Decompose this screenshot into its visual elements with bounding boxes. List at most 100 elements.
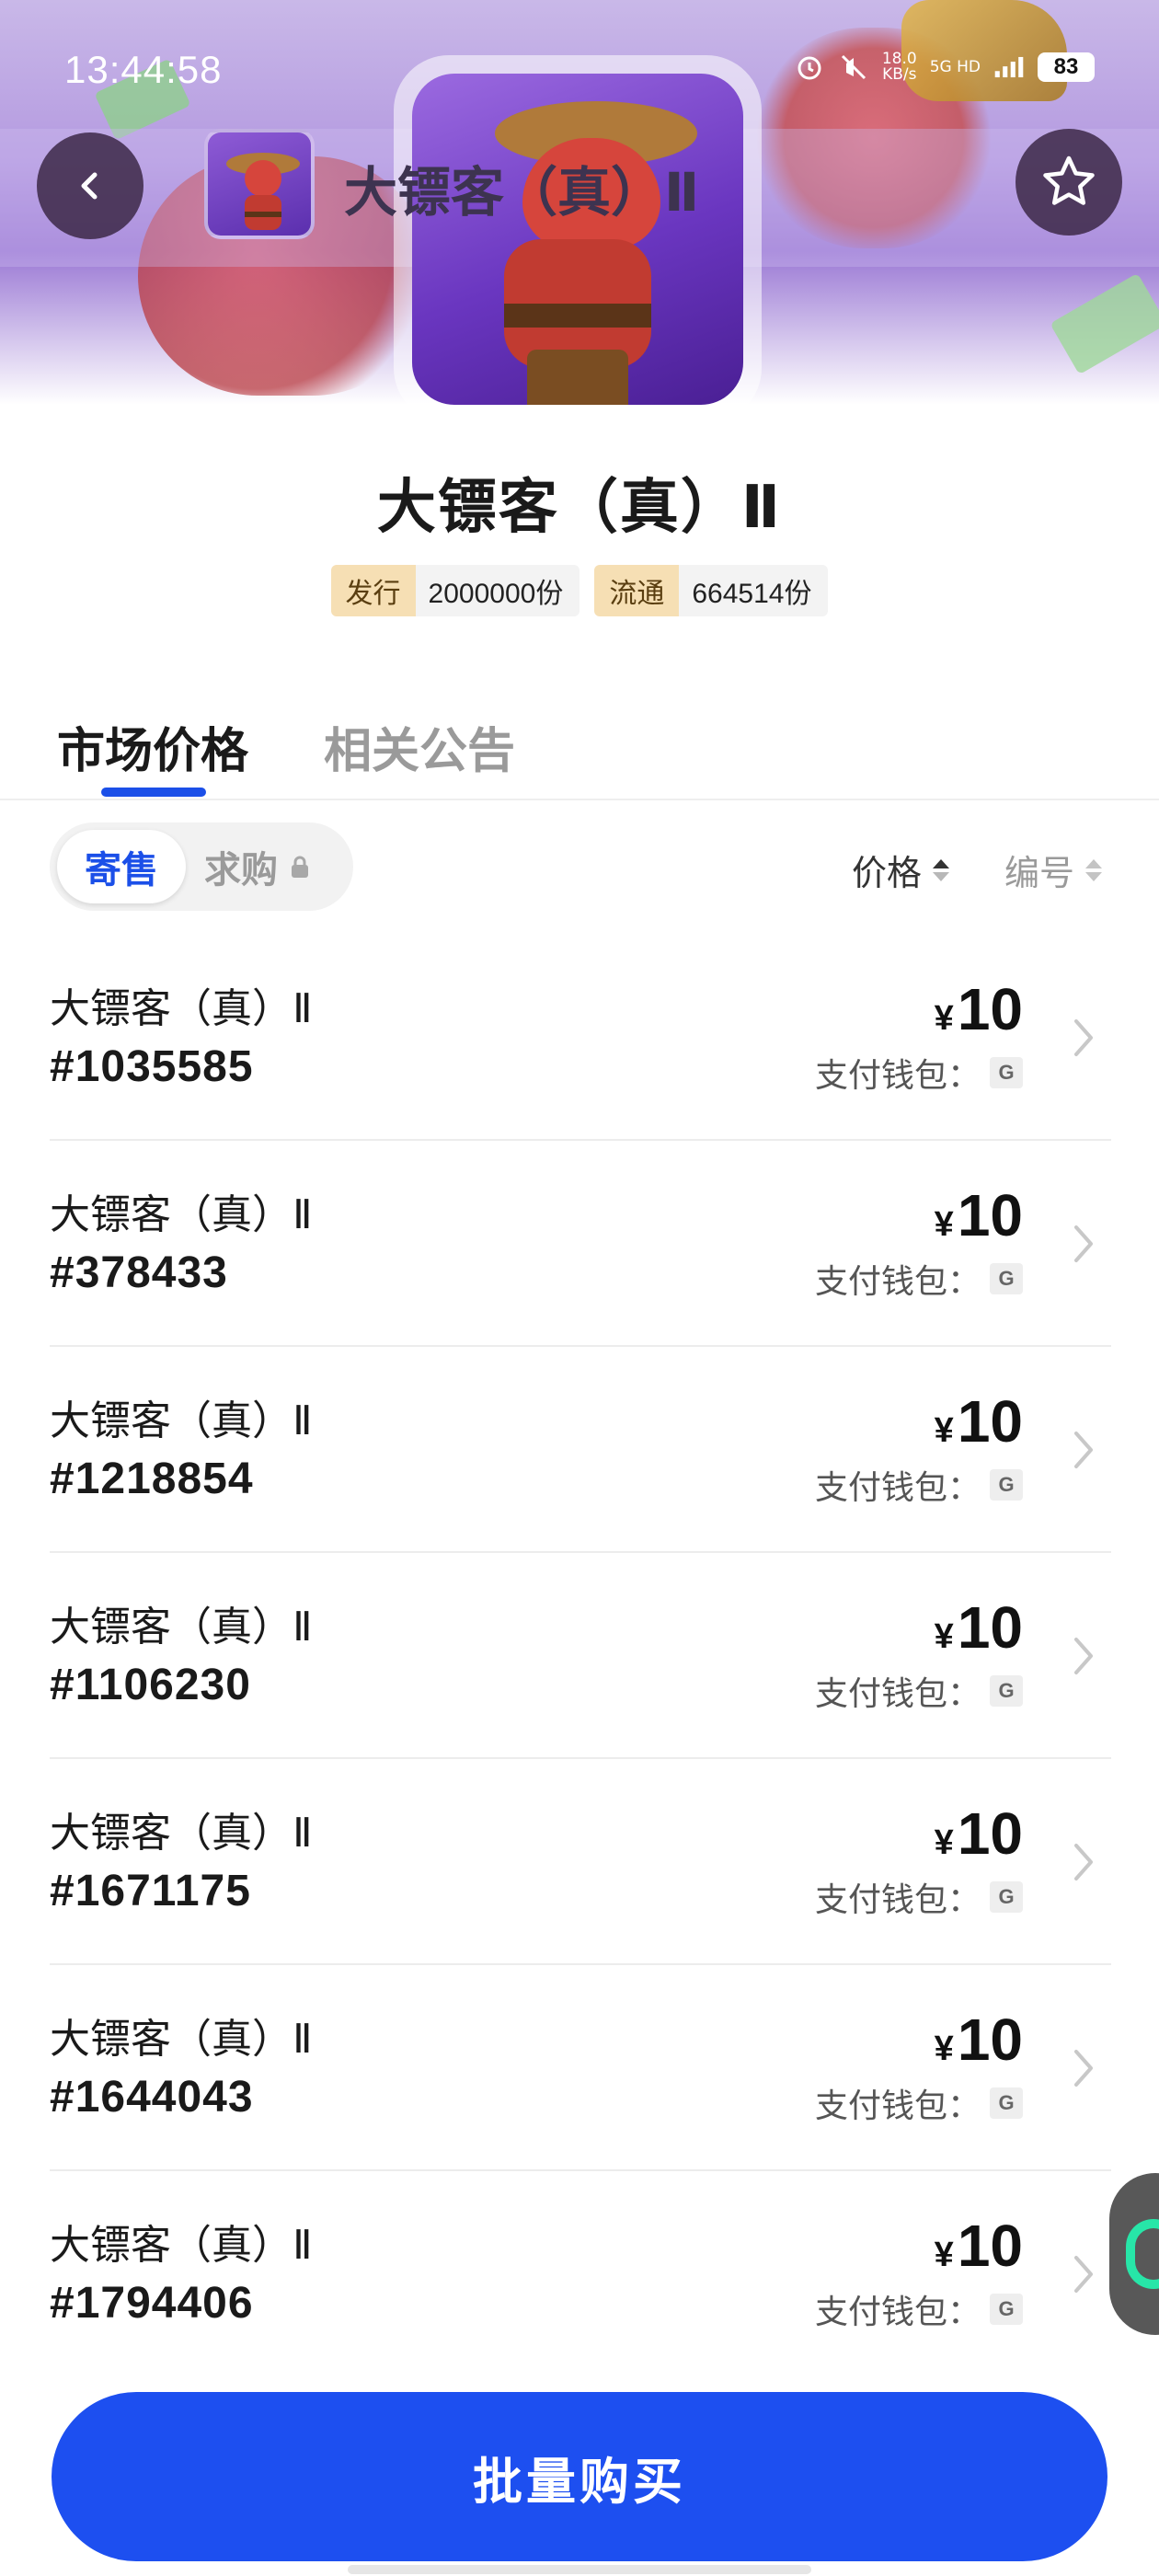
character-icon	[226, 153, 300, 230]
home-indicator	[348, 2565, 811, 2574]
assistant-icon	[1126, 2219, 1159, 2289]
sort-by-price[interactable]: 价格	[852, 845, 950, 895]
star-outline-icon	[1043, 155, 1095, 205]
floating-assistant-button[interactable]	[1109, 2173, 1159, 2335]
price-amount: 10	[957, 2213, 1023, 2279]
payment-wallet-label: 支付钱包：	[814, 1057, 981, 1095]
price-amount: 10	[957, 1182, 1023, 1248]
tab-active-indicator	[101, 788, 206, 797]
list-item[interactable]: 大镖客（真）Ⅱ #1644043 ¥10 支付钱包： G	[50, 1965, 1111, 2171]
chevron-right-icon	[1074, 1432, 1093, 1468]
sort-price-label: 价格	[852, 853, 923, 893]
circulating-label: 流通	[594, 565, 680, 616]
item-price: ¥10	[935, 1181, 1023, 1249]
collection-cover-image	[412, 74, 743, 405]
collection-thumbnail	[204, 129, 315, 239]
payment-wallet: 支付钱包： G	[815, 2285, 1023, 2333]
payment-wallet-label: 支付钱包：	[814, 1263, 981, 1301]
hero-illustration-banknote	[1050, 272, 1159, 375]
wallet-badge: G	[990, 1881, 1023, 1913]
item-name: 大镖客（真）Ⅱ	[50, 1191, 313, 1238]
list-item[interactable]: 大镖客（真）Ⅱ #1218854 ¥10 支付钱包： G	[50, 1347, 1111, 1553]
tab-market-price[interactable]: 市场价格	[57, 712, 248, 781]
currency-symbol: ¥	[934, 1411, 954, 1450]
wallet-badge: G	[990, 2294, 1023, 2325]
chevron-right-icon	[1074, 2256, 1093, 2293]
item-number: #378433	[50, 1248, 228, 1297]
sort-arrows-icon	[933, 858, 950, 881]
character-legs	[527, 350, 628, 405]
collection-header: 大镖客（真）Ⅱ 发行 2000000份 流通 664514份	[0, 460, 1159, 616]
network-speed-unit: KB/s	[882, 65, 917, 84]
bulk-buy-button[interactable]: 批量购买	[52, 2392, 1107, 2561]
collection-cover	[394, 55, 762, 423]
item-number: #1644043	[50, 2073, 254, 2122]
payment-wallet: 支付钱包： G	[815, 1667, 1023, 1715]
payment-wallet-label: 支付钱包：	[814, 1881, 981, 1919]
currency-symbol: ¥	[934, 2030, 954, 2068]
currency-symbol: ¥	[934, 2236, 954, 2274]
payment-wallet: 支付钱包： G	[815, 1049, 1023, 1097]
chevron-right-icon	[1074, 1638, 1093, 1674]
price-amount: 10	[957, 976, 1023, 1042]
issued-label: 发行	[330, 565, 416, 616]
item-price: ¥10	[935, 1387, 1023, 1455]
list-item[interactable]: 大镖客（真）Ⅱ #1106230 ¥10 支付钱包： G	[50, 1553, 1111, 1759]
currency-symbol: ¥	[934, 1617, 954, 1656]
payment-wallet: 支付钱包： G	[815, 1461, 1023, 1509]
item-price: ¥10	[935, 1800, 1023, 1868]
back-button[interactable]	[37, 132, 143, 239]
battery-level: 83	[1038, 52, 1095, 82]
item-number: #1035585	[50, 1042, 254, 1091]
price-amount: 10	[957, 1800, 1023, 1867]
status-indicators: 18.0 KB/s 5G HD 83	[794, 52, 1095, 83]
sort-number-label: 编号	[1004, 853, 1075, 893]
item-price: ¥10	[935, 975, 1023, 1043]
payment-wallet: 支付钱包： G	[815, 2079, 1023, 2127]
item-name: 大镖客（真）Ⅱ	[50, 1604, 313, 1650]
price-amount: 10	[957, 1388, 1023, 1455]
item-number: #1794406	[50, 2279, 254, 2328]
chevron-right-icon	[1074, 1225, 1093, 1262]
item-number: #1671175	[50, 1867, 251, 1915]
sort-by-number[interactable]: 编号	[1004, 845, 1103, 895]
item-name: 大镖客（真）Ⅱ	[50, 2222, 313, 2269]
price-amount: 10	[957, 1594, 1023, 1661]
item-number: #1106230	[50, 1661, 251, 1709]
currency-symbol: ¥	[934, 1205, 954, 1244]
lock-icon	[287, 854, 313, 880]
tab-announcements[interactable]: 相关公告	[324, 712, 515, 781]
tab-bar: 市场价格 相关公告	[0, 699, 1159, 800]
wallet-badge: G	[990, 1057, 1023, 1088]
mute-icon	[838, 52, 869, 83]
item-name: 大镖客（真）Ⅱ	[50, 1810, 313, 1857]
list-item[interactable]: 大镖客（真）Ⅱ #1671175 ¥10 支付钱包： G	[50, 1759, 1111, 1965]
segment-buy-label: 求购	[204, 849, 278, 891]
signal-icon	[993, 52, 1025, 83]
payment-wallet-label: 支付钱包：	[814, 1675, 981, 1713]
wallet-badge: G	[990, 1469, 1023, 1501]
list-item[interactable]: 大镖客（真）Ⅱ #1794406 ¥10 支付钱包： G	[50, 2171, 1111, 2377]
list-item[interactable]: 大镖客（真）Ⅱ #1035585 ¥10 支付钱包： G	[50, 935, 1111, 1141]
payment-wallet-label: 支付钱包：	[814, 2294, 981, 2331]
collection-title: 大镖客（真）Ⅱ	[376, 474, 783, 542]
item-price: ¥10	[935, 2212, 1023, 2280]
circulating-value: 664514份	[679, 565, 829, 616]
chevron-left-icon	[81, 172, 98, 200]
list-item[interactable]: 大镖客（真）Ⅱ #378433 ¥10 支付钱包： G	[50, 1141, 1111, 1347]
issued-chip: 发行 2000000份	[330, 565, 580, 616]
payment-wallet: 支付钱包： G	[815, 1255, 1023, 1303]
price-amount: 10	[957, 2007, 1023, 2073]
payment-wallet-label: 支付钱包：	[814, 2087, 981, 2125]
chevron-right-icon	[1074, 1019, 1093, 1056]
collection-stats: 发行 2000000份 流通 664514份	[0, 565, 1159, 616]
circulating-chip: 流通 664514份	[594, 565, 829, 616]
payment-wallet-label: 支付钱包：	[814, 1469, 981, 1507]
favorite-button[interactable]	[1016, 129, 1122, 236]
chevron-right-icon	[1074, 2050, 1093, 2087]
chevron-right-icon	[1074, 1844, 1093, 1880]
segment-buy-request[interactable]: 求购	[204, 830, 313, 903]
listing-type-toggle: 寄售 求购	[50, 822, 353, 911]
listing-list: 大镖客（真）Ⅱ #1035585 ¥10 支付钱包： G 大镖客（真）Ⅱ #378…	[50, 935, 1111, 2377]
segment-sell[interactable]: 寄售	[57, 830, 186, 903]
